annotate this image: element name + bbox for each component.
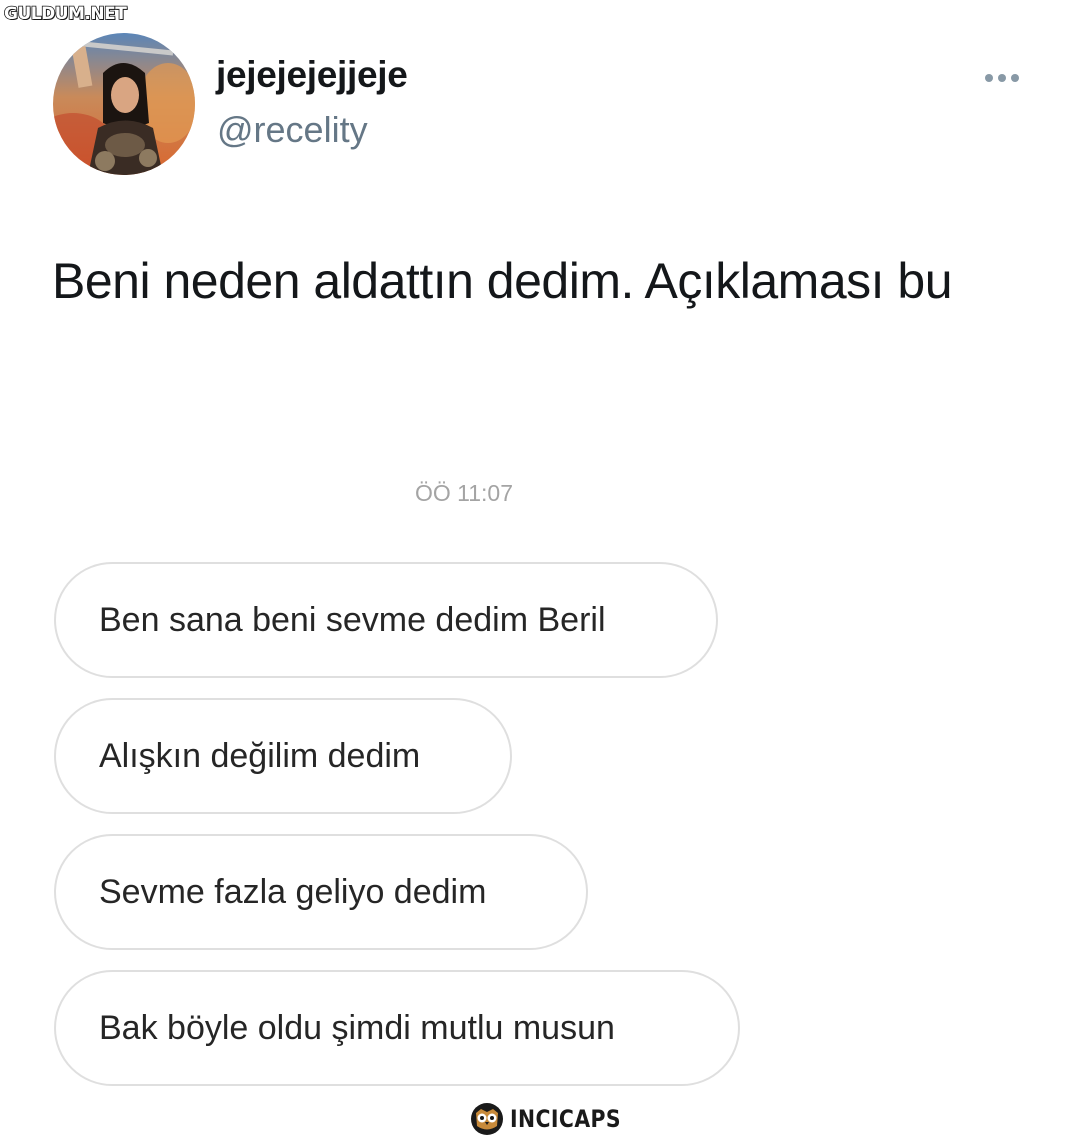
avatar-image [53,33,195,175]
avatar[interactable] [53,33,195,175]
message-bubble: Bak böyle oldu şimdi mutlu musun [54,970,740,1086]
dot-icon [998,74,1006,82]
dot-icon [1011,74,1019,82]
display-name[interactable]: jejejejejjeje [216,54,408,96]
message-bubble: Sevme fazla geliyo dedim [54,834,588,950]
chat-timestamp: ÖÖ 11:07 [414,480,514,506]
owl-logo-icon [471,1103,503,1135]
brand-name: INCICAPS [510,1105,622,1133]
user-handle[interactable]: @recelity [217,109,368,151]
message-bubble: Ben sana beni sevme dedim Beril [54,562,718,678]
more-horizontal-icon[interactable] [985,68,1025,88]
guldum-watermark: GULDUM.NET [3,3,127,25]
tweet-text: Beni neden aldattın dedim. Açıklaması bu [52,253,953,309]
incicaps-watermark: INCICAPS [470,1101,641,1137]
message-bubble: Alışkın değilim dedim [54,698,512,814]
dot-icon [985,74,993,82]
